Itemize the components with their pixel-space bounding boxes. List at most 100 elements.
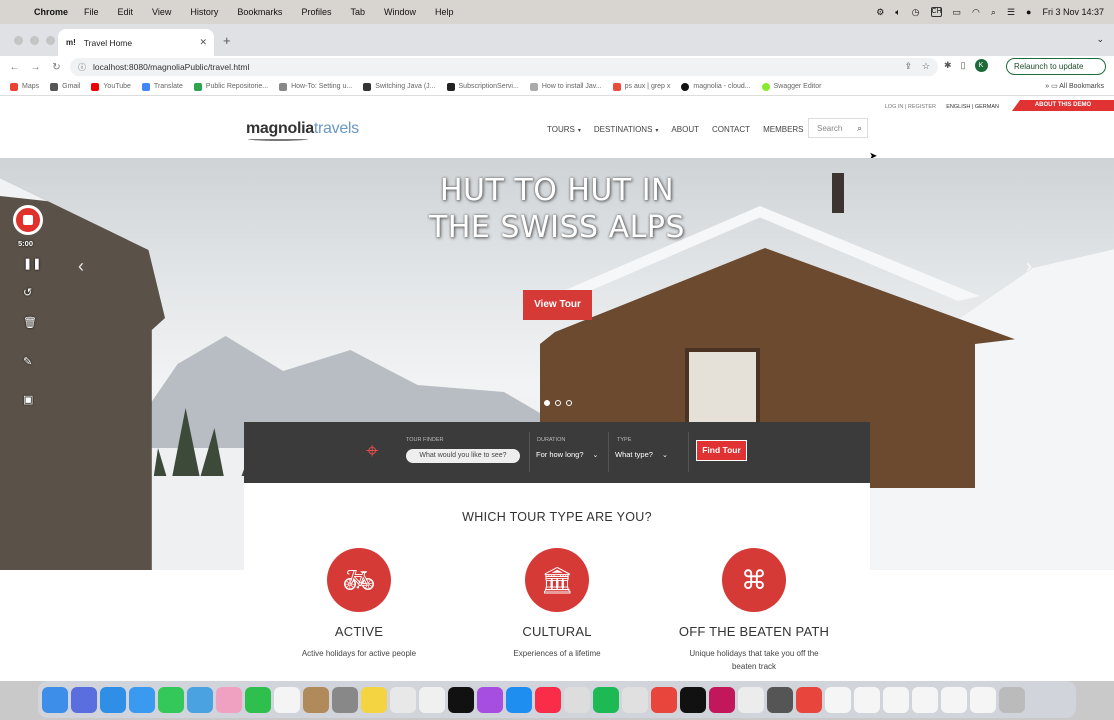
carousel-dot[interactable] (555, 400, 561, 406)
document-icon[interactable] (941, 686, 967, 713)
app-store-icon[interactable] (506, 686, 532, 713)
chrome-icon[interactable] (651, 686, 677, 713)
wifi-icon[interactable]: ◠ (972, 7, 980, 18)
reminders-icon[interactable] (419, 686, 445, 713)
carousel-prev-icon[interactable]: ‹ (78, 256, 84, 277)
launchpad-icon[interactable] (71, 686, 97, 713)
intellij-icon[interactable] (709, 686, 735, 713)
menu-help[interactable]: Help (435, 7, 454, 17)
profile-avatar[interactable]: K (974, 59, 988, 72)
bookmark-swagger-editor[interactable]: Swagger Editor (761, 82, 821, 91)
menu-file[interactable]: File (84, 7, 99, 17)
calendar-icon[interactable] (274, 686, 300, 713)
siri-icon[interactable]: ● (1026, 7, 1031, 17)
document-icon[interactable] (825, 686, 851, 713)
tour-type-off-beaten-path[interactable]: ⌘ OFF THE BEATEN PATH Unique holidays th… (664, 548, 844, 673)
relaunch-to-update-button[interactable]: Relaunch to update ⋮ (1006, 58, 1106, 75)
clock-icon[interactable]: ◷ (912, 7, 920, 18)
apple-tv-icon[interactable] (448, 686, 474, 713)
find-tour-button[interactable]: Find Tour (696, 440, 747, 461)
spotify-icon[interactable] (593, 686, 619, 713)
camera-icon[interactable]: ▣ (23, 393, 33, 406)
bookmark-ps-aux[interactable]: ps aux | grep x (612, 82, 670, 91)
type-select[interactable]: What type? ⌄ (615, 450, 668, 459)
facetime-icon[interactable] (245, 686, 271, 713)
bookmark-translate[interactable]: Translate (141, 82, 183, 91)
podcasts-icon[interactable] (477, 686, 503, 713)
messages-icon[interactable] (158, 686, 184, 713)
chrome-icon[interactable] (796, 686, 822, 713)
nav-tours[interactable]: TOURS ▾ (547, 125, 581, 134)
reload-icon[interactable]: ↻ (46, 62, 67, 73)
music-icon[interactable] (535, 686, 561, 713)
nav-members[interactable]: MEMBERS (763, 125, 803, 134)
document-icon[interactable] (854, 686, 880, 713)
draw-tool-icon[interactable]: ✎ (23, 355, 32, 368)
pause-icon[interactable]: ❚❚ (23, 257, 41, 270)
trash-icon[interactable]: 🗑︎ (23, 316, 37, 329)
nav-contact[interactable]: CONTACT (712, 125, 750, 134)
close-window-button[interactable] (14, 36, 23, 45)
nav-about[interactable]: ABOUT (671, 125, 699, 134)
site-search-input[interactable]: Search ⌕ (808, 118, 868, 138)
site-info-icon[interactable]: ⓘ (78, 62, 86, 73)
bookmark-magnolia-cloud[interactable]: magnolia - cloud... (681, 82, 751, 91)
notes-icon[interactable] (361, 686, 387, 713)
finder-icon[interactable] (42, 686, 68, 713)
duration-select[interactable]: For how long? ⌄ (536, 450, 598, 459)
carousel-dot[interactable] (566, 400, 572, 406)
menu-tab[interactable]: Tab (350, 7, 365, 17)
login-register-link[interactable]: LOG IN | REGISTER (885, 104, 936, 110)
menubar-datetime[interactable]: Fri 3 Nov 14:37 (1042, 7, 1104, 17)
menu-view[interactable]: View (152, 7, 171, 17)
photos-icon[interactable] (216, 686, 242, 713)
document-icon[interactable] (883, 686, 909, 713)
bookmark-how-to-setting[interactable]: How-To: Setting u... (279, 82, 352, 91)
carousel-next-icon[interactable]: › (1026, 256, 1032, 277)
search-icon[interactable]: ⌕ (857, 123, 862, 134)
about-demo-ribbon[interactable]: ABOUT THIS DEMO (1012, 100, 1114, 111)
menu-window[interactable]: Window (384, 7, 416, 17)
terminal-icon[interactable] (680, 686, 706, 713)
document-icon[interactable] (912, 686, 938, 713)
zoom-window-button[interactable] (46, 36, 55, 45)
keyboard-layout-indicator[interactable]: CH (930, 7, 942, 17)
site-logo[interactable]: magnoliatravels (246, 120, 359, 141)
document-icon[interactable] (970, 686, 996, 713)
bookmark-youtube[interactable]: YouTube (91, 82, 131, 91)
menu-profiles[interactable]: Profiles (301, 7, 331, 17)
close-tab-icon[interactable]: ✕ (199, 37, 207, 48)
menu-bookmarks[interactable]: Bookmarks (237, 7, 282, 17)
address-bar[interactable]: ⓘ localhost:8080/magnoliaPublic/travel.h… (70, 58, 938, 76)
bookmark-star-icon[interactable]: ☆ (922, 61, 930, 72)
mail-icon[interactable] (129, 686, 155, 713)
share-icon[interactable]: ⇪ (904, 61, 912, 72)
back-arrow-icon[interactable]: ← (4, 62, 25, 73)
stop-recording-button[interactable] (13, 205, 43, 235)
restart-icon[interactable]: ↺ (23, 286, 32, 299)
bookmark-public-repositories[interactable]: Public Repositorie... (193, 82, 268, 91)
bookmark-how-to-install-java[interactable]: How to install Jav... (529, 82, 602, 91)
language-switcher[interactable]: ENGLISH | GERMAN (946, 104, 999, 110)
bookmark-gmail[interactable]: Gmail (50, 82, 80, 91)
tab-search-chevron-icon[interactable]: ⌄ (1096, 34, 1104, 45)
freeform-icon[interactable] (390, 686, 416, 713)
spotlight-search-icon[interactable]: ⌕ (991, 7, 996, 18)
maps-icon[interactable] (187, 686, 213, 713)
extensions-icon[interactable]: ✱ (944, 60, 952, 71)
tour-type-cultural[interactable]: 🏛︎ CULTURAL Experiences of a lifetime (467, 548, 647, 660)
notes-folder-icon[interactable] (303, 686, 329, 713)
slack-icon[interactable] (622, 686, 648, 713)
menu-edit[interactable]: Edit (118, 7, 134, 17)
textedit-icon[interactable] (738, 686, 764, 713)
trash-icon[interactable] (999, 686, 1025, 713)
bookmark-maps[interactable]: Maps (10, 82, 39, 91)
safari-icon[interactable] (100, 686, 126, 713)
tour-finder-input[interactable]: What would you like to see? (406, 449, 520, 463)
menu-app-name[interactable]: Chrome (34, 7, 68, 17)
bookmark-switching-java[interactable]: Switching Java (J... (363, 82, 436, 91)
side-panel-icon[interactable]: ▯ (961, 60, 966, 71)
battery-icon[interactable]: ▭ (953, 7, 962, 18)
carousel-dot[interactable] (544, 400, 550, 406)
tour-type-active[interactable]: 🚲︎ ACTIVE Active holidays for active peo… (269, 548, 449, 660)
